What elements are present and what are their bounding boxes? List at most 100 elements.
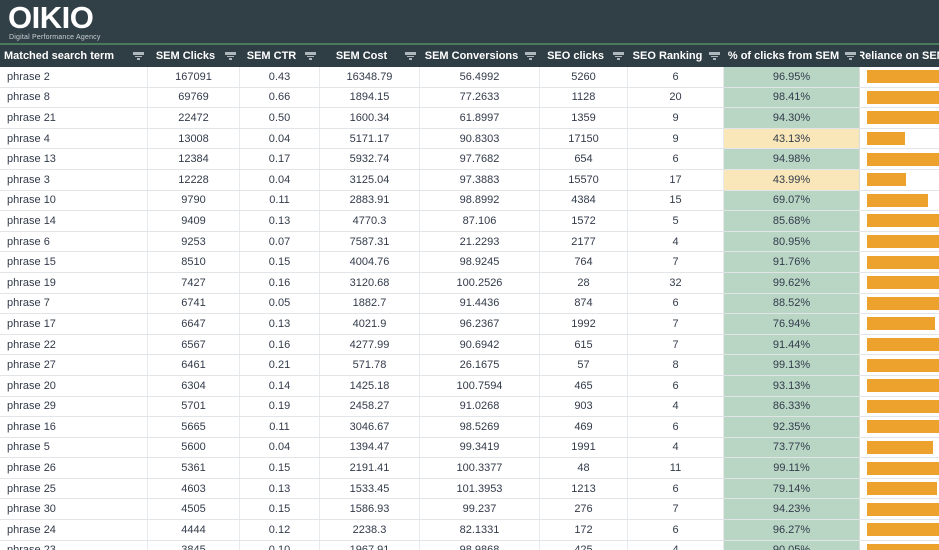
column-header-term[interactable]: Matched search term [0,45,148,67]
table-row[interactable]: phrase 2 167091 0.43 16348.79 56.4992 5260 6 96… [0,67,939,88]
sem_cost-cell: 4021.9 [320,314,420,334]
table-row[interactable]: phrase 14 9409 0.13 4770.3 87.106 1572 5 85.68% [0,211,939,232]
table-row[interactable]: phrase 13 12384 0.17 5932.74 97.7682 654 6 94.9… [0,149,939,170]
filter-funnel-icon[interactable] [405,51,416,61]
seo_clicks-cell: 28 [540,272,628,293]
search-term-cell: phrase 3 [0,169,148,190]
reliance-bar-cell [860,438,939,458]
table-row[interactable]: phrase 8 69769 0.66 1894.15 77.2633 1128 20 98.… [0,87,939,109]
seo_clicks-cell: 425 [540,540,628,550]
table-row[interactable]: phrase 3 12228 0.04 3125.04 97.3883 15570 17 43… [0,169,939,191]
column-header-seo_clicks[interactable]: SEO clicks [540,45,628,67]
column-header-sem_conv[interactable]: SEM Conversions [420,45,540,67]
table-row[interactable]: phrase 29 5701 0.19 2458.27 91.0268 903 4 86.33… [0,396,939,418]
column-header-pct_sem[interactable]: % of clicks from SEM [724,45,860,67]
bar-fill [867,214,939,228]
table-row[interactable]: phrase 22 6567 0.16 4277.99 90.6942 615 7 91.44… [0,334,939,356]
seo_clicks-cell: 654 [540,149,628,169]
sem_conv-cell: 77.2633 [420,87,540,108]
table-row[interactable]: phrase 17 6647 0.13 4021.9 96.2367 1992 7 76.94… [0,314,939,335]
table-row[interactable]: phrase 7 6741 0.05 1882.7 91.4436 874 6 88.52% [0,293,939,315]
table-row[interactable]: phrase 6 9253 0.07 7587.31 21.2293 2177 4 80.95… [0,231,939,253]
table-row[interactable]: phrase 19 7427 0.16 3120.68 100.2526 28 32 99.6… [0,272,939,294]
sem_conv-cell: 100.3377 [420,458,540,478]
sem_cost-cell: 3120.68 [320,272,420,293]
seo_rank-cell: 4 [628,396,724,417]
percent-of-clicks-cell: 79.14% [724,478,860,499]
filter-funnel-icon[interactable] [133,51,144,61]
filter-funnel-icon[interactable] [305,51,316,61]
sem_cost-cell: 1533.45 [320,478,420,499]
sem_clicks-cell: 6461 [148,355,240,375]
sem_cost-cell: 1394.47 [320,437,420,458]
table-row[interactable]: phrase 20 6304 0.14 1425.18 100.7594 465 6 93.1… [0,375,939,397]
column-header-sem_cost[interactable]: SEM Cost [320,45,420,67]
bar-track [860,149,939,169]
seo_rank-cell: 6 [628,293,724,314]
table-row[interactable]: phrase 15 8510 0.15 4004.76 98.9245 764 7 91.76… [0,252,939,273]
reliance-bar-cell [860,314,939,334]
search-term-cell: phrase 5 [0,437,148,458]
bar-fill [867,420,939,434]
bar-fill [867,111,939,125]
search-term-cell: phrase 21 [0,108,148,128]
table-row[interactable]: phrase 24 4444 0.12 2238.3 82.1331 172 6 96.27% [0,520,939,541]
column-header-seo_rank[interactable]: SEO Ranking [628,45,724,67]
column-header-label: % of clicks from SEM [727,50,840,62]
table-row[interactable]: phrase 25 4603 0.13 1533.45 101.3953 1213 6 79.… [0,478,939,500]
column-header-sem_ctr[interactable]: SEM CTR [240,45,320,67]
sem_conv-cell: 87.106 [420,211,540,231]
sem_cost-cell: 3046.67 [320,417,420,437]
bar-track [860,170,939,190]
table-row[interactable]: phrase 16 5665 0.11 3046.67 98.5269 469 6 92.35… [0,417,939,438]
sem_cost-cell: 1425.18 [320,375,420,396]
filter-funnel-icon[interactable] [845,51,857,61]
logo: OIKIO Digital Performance Agency [8,1,101,42]
table-row[interactable]: phrase 4 13008 0.04 5171.17 90.8303 17150 9 43.… [0,128,939,150]
seo_rank-cell: 4 [628,231,724,252]
table-row[interactable]: phrase 30 4505 0.15 1586.93 99.237 276 7 94.23% [0,499,939,521]
table-row[interactable]: phrase 21 22472 0.50 1600.34 61.8997 1359 9 94.… [0,108,939,129]
bar-track [860,232,939,252]
bar-fill [867,502,939,516]
sem_conv-cell: 96.2367 [420,314,540,334]
search-term-cell: phrase 2 [0,67,148,87]
percent-of-clicks-cell: 94.30% [724,108,860,128]
table-row[interactable]: phrase 5 5600 0.04 1394.47 99.3419 1991 4 73.77… [0,437,939,459]
table-row[interactable]: phrase 26 5361 0.15 2191.41 100.3377 48 11 99.1… [0,458,939,479]
seo_clicks-cell: 172 [540,520,628,540]
bar-track [860,417,939,437]
filter-funnel-icon[interactable] [225,51,236,61]
filter-funnel-icon[interactable] [525,51,536,61]
sem_clicks-cell: 6567 [148,334,240,355]
filter-funnel-icon[interactable] [613,51,624,61]
sem_clicks-cell: 9790 [148,190,240,211]
bar-fill [867,523,939,537]
reliance-bar-cell [860,252,939,272]
sem_ctr-cell: 0.11 [240,190,320,211]
sem_ctr-cell: 0.43 [240,67,320,87]
column-header-reliance[interactable]: Reliance on SEM [860,45,939,67]
sem_conv-cell: 100.2526 [420,272,540,293]
filter-funnel-icon[interactable] [709,51,720,61]
seo_clicks-cell: 874 [540,293,628,314]
sem_conv-cell: 90.8303 [420,128,540,149]
table-row[interactable]: phrase 27 6461 0.21 571.78 26.1675 57 8 99.13% [0,355,939,376]
column-header-label: SEM Cost [335,50,388,62]
seo_rank-cell: 6 [628,375,724,396]
bar-track [860,541,939,550]
seo_clicks-cell: 1572 [540,211,628,231]
sem_conv-cell: 26.1675 [420,355,540,375]
sem_conv-cell: 21.2293 [420,231,540,252]
seo_clicks-cell: 469 [540,417,628,437]
sem_ctr-cell: 0.04 [240,169,320,190]
search-term-cell: phrase 8 [0,87,148,108]
bar-fill [867,379,939,393]
table-row[interactable]: phrase 10 9790 0.11 2883.91 98.8992 4384 15 69.… [0,190,939,212]
sem_clicks-cell: 22472 [148,108,240,128]
table-row[interactable]: phrase 2338450.101967.9198.9868425490.05… [0,540,939,550]
seo_clicks-cell: 1213 [540,478,628,499]
bar-fill [867,90,939,104]
sem_ctr-cell: 0.17 [240,149,320,169]
column-header-sem_clicks[interactable]: SEM Clicks [148,45,240,67]
